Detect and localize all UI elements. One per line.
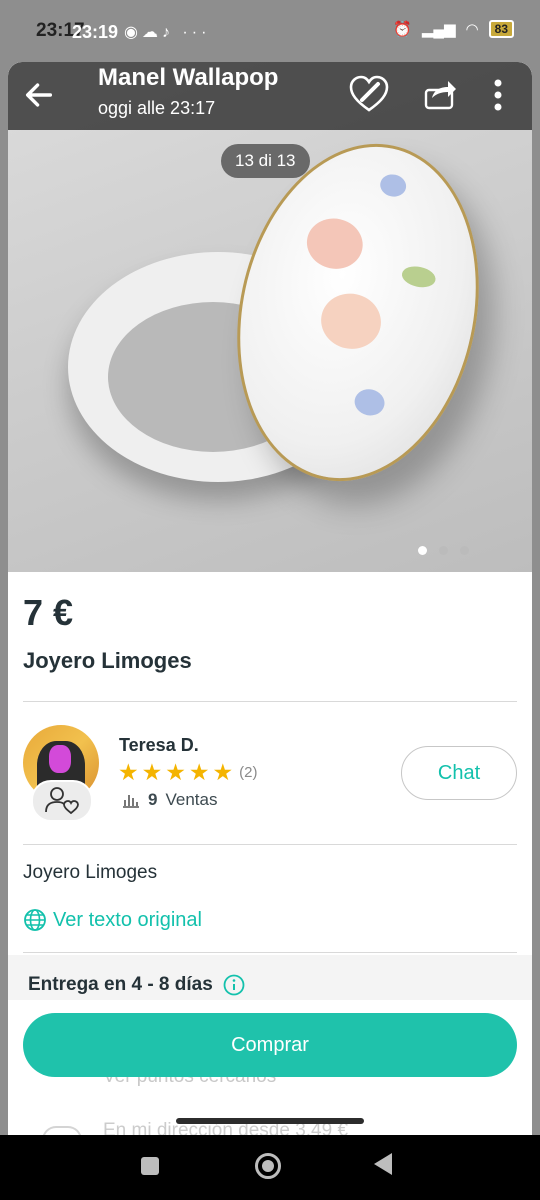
review-count: (2)	[239, 763, 258, 781]
info-icon[interactable]	[223, 974, 245, 996]
wifi-icon: ◠	[465, 21, 479, 38]
gesture-home-indicator	[176, 1118, 364, 1124]
recents-icon[interactable]	[141, 1157, 159, 1175]
notification-icons: ◉☁♪ ···	[124, 24, 211, 41]
star-icon: ★	[141, 759, 163, 785]
divider	[23, 952, 517, 953]
favorite-heart-icon[interactable]	[348, 74, 390, 114]
chat-contact-name: Manel Wallapop	[98, 64, 279, 91]
flower-pink	[302, 213, 368, 274]
delivery-label: Entrega en 4 - 8 días	[28, 974, 213, 995]
sales-count: 9	[148, 790, 158, 809]
alarm-icon: ⏰	[393, 21, 412, 38]
product-price: 7 €	[23, 592, 74, 633]
status-bar: 23:17 23:19 ◉☁♪ ··· ⏰ ▂▄▆ ◠ 83	[0, 0, 540, 62]
product-photo[interactable]: 13 di 13	[8, 62, 532, 572]
signal-icon: ▂▄▆	[421, 21, 456, 38]
buy-button[interactable]: Comprar	[23, 1013, 517, 1077]
back-triangle-icon[interactable]	[374, 1153, 392, 1175]
flower-blue-2	[352, 386, 387, 419]
home-delivery-icon	[42, 1126, 82, 1135]
view-original-text-link[interactable]: Ver texto original	[23, 908, 202, 932]
gallery-dot[interactable]	[439, 546, 448, 555]
navigation-bar	[0, 1135, 540, 1200]
divider	[23, 701, 517, 702]
gallery-dots	[418, 546, 469, 555]
back-arrow-icon[interactable]	[22, 78, 56, 112]
star-icon: ★	[118, 759, 139, 785]
seller-rating: ★ ★ ★ ★ ★ (2)	[118, 760, 257, 784]
cat-patch	[49, 745, 71, 773]
photo-counter: 13 di 13	[221, 144, 310, 178]
system-icons: ⏰ ▂▄▆ ◠ 83	[393, 20, 514, 38]
share-icon[interactable]	[422, 76, 458, 112]
follow-user-icon	[45, 787, 79, 815]
item-detail-card: 13 di 13 Manel Wallapop oggi alle 23:17 …	[8, 62, 532, 1135]
chat-button[interactable]: Chat	[401, 746, 517, 800]
follow-seller-button[interactable]	[31, 780, 93, 822]
view-original-text-label: Ver texto original	[53, 908, 202, 931]
translate-globe-icon	[24, 909, 46, 931]
flower-pink-2	[315, 288, 387, 355]
seller-sales: 9 Ventas	[122, 790, 217, 810]
chat-timestamp: oggi alle 23:17	[98, 98, 216, 118]
star-icon: ★	[165, 759, 186, 785]
bar-chart-icon	[123, 795, 139, 808]
divider	[23, 844, 517, 845]
product-title: Joyero Limoges	[23, 648, 192, 673]
status-time: 23:19	[72, 22, 119, 42]
seller-name[interactable]: Teresa D.	[119, 735, 199, 756]
battery-icon: 83	[488, 20, 514, 38]
gallery-dot[interactable]	[460, 546, 469, 555]
more-options-icon[interactable]	[492, 78, 504, 112]
delivery-info: Entrega en 4 - 8 días	[28, 974, 245, 996]
leaf	[400, 263, 438, 291]
top-bar: Manel Wallapop oggi alle 23:17	[8, 62, 532, 130]
sales-label: Ventas	[165, 790, 218, 809]
star-icon: ★	[188, 759, 210, 785]
star-icon: ★	[212, 759, 234, 785]
home-icon[interactable]	[255, 1153, 281, 1179]
flower-blue	[378, 172, 409, 199]
gallery-dot[interactable]	[418, 546, 427, 555]
product-description: Joyero Limoges	[23, 862, 158, 883]
